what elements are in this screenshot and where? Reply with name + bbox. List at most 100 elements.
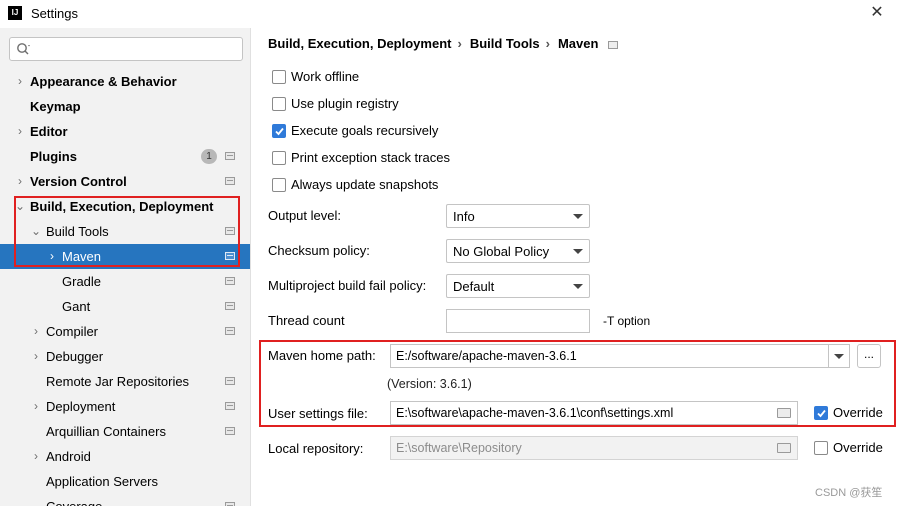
tree-item-coverage[interactable]: Coverage xyxy=(0,494,250,506)
chevron-right-icon[interactable]: › xyxy=(30,319,42,344)
tree-item-version-control[interactable]: › Version Control xyxy=(0,169,250,194)
tree-item-compiler[interactable]: › Compiler xyxy=(0,319,250,344)
checksum-policy-label: Checksum policy: xyxy=(268,243,370,258)
project-settings-icon xyxy=(225,152,235,160)
chevron-down-icon xyxy=(573,284,583,289)
output-level-select[interactable]: Info xyxy=(446,204,590,228)
tree-item-editor[interactable]: › Editor xyxy=(0,119,250,144)
title-bar: IJ Settings ✕ xyxy=(0,0,898,28)
close-icon[interactable]: ✕ xyxy=(866,3,888,25)
select-value: Info xyxy=(453,209,475,224)
breadcrumb-item[interactable]: Build Tools xyxy=(470,36,540,51)
tree-item-label: Editor xyxy=(30,124,68,139)
tree-item-keymap[interactable]: Keymap xyxy=(0,94,250,119)
folder-icon[interactable] xyxy=(777,443,791,453)
chevron-right-icon[interactable]: › xyxy=(30,344,42,369)
checkbox-label: Work offline xyxy=(291,69,360,84)
checkbox-box[interactable] xyxy=(814,406,828,420)
select-value: Default xyxy=(453,279,495,294)
checkbox-label: Use plugin registry xyxy=(291,96,399,111)
tree-item-label: Debugger xyxy=(46,349,104,364)
update-count-badge: 1 xyxy=(201,149,217,164)
project-settings-icon xyxy=(225,502,235,506)
checkbox-box[interactable] xyxy=(272,178,286,192)
maven-version-text: (Version: 3.6.1) xyxy=(387,377,472,391)
chevron-down-icon xyxy=(834,354,844,359)
project-settings-icon xyxy=(225,327,235,335)
user-settings-value: E:\software\apache-maven-3.6.1\conf\sett… xyxy=(396,406,674,420)
tree-item-android[interactable]: › Android xyxy=(0,444,250,469)
chevron-right-icon[interactable]: › xyxy=(14,169,26,194)
tree-item-label: Deployment xyxy=(46,399,116,414)
project-settings-icon xyxy=(225,302,235,310)
breadcrumb-item: Maven xyxy=(557,36,599,51)
output-level-label: Output level: xyxy=(268,208,341,223)
tree-item-gradle[interactable]: Gradle xyxy=(0,269,250,294)
checkmark-icon xyxy=(275,127,284,136)
project-settings-icon xyxy=(225,277,235,285)
checkbox-box[interactable] xyxy=(272,97,286,111)
checkbox-box[interactable] xyxy=(272,70,286,84)
breadcrumb: Build, Execution, Deployment › Build Tools… xyxy=(268,36,624,51)
tree-item-remote-jar-repositories[interactable]: Remote Jar Repositories xyxy=(0,369,250,394)
tree-item-gant[interactable]: Gant xyxy=(0,294,250,319)
tree-item-arquillian-containers[interactable]: Arquillian Containers xyxy=(0,419,250,444)
folder-icon[interactable] xyxy=(777,408,791,418)
checkbox-label: Override xyxy=(833,405,883,420)
user-settings-label: User settings file: xyxy=(268,406,368,421)
tree-item-deployment[interactable]: › Deployment xyxy=(0,394,250,419)
breadcrumb-separator: › xyxy=(545,36,550,51)
tree-item-label: Application Servers xyxy=(46,474,158,489)
user-settings-input[interactable]: E:\software\apache-maven-3.6.1\conf\sett… xyxy=(390,401,798,425)
project-settings-icon xyxy=(225,427,235,435)
tree-item-label: Gant xyxy=(62,299,91,314)
tree-item-label: Appearance & Behavior xyxy=(30,74,177,89)
checkbox-box[interactable] xyxy=(814,441,828,455)
maven-home-value: E:/software/apache-maven-3.6.1 xyxy=(396,349,577,363)
window-title: Settings xyxy=(31,6,78,21)
tree-item-appearance[interactable]: › Appearance & Behavior xyxy=(0,69,250,94)
local-repository-value: E:\software\Repository xyxy=(396,441,522,455)
chevron-right-icon[interactable]: › xyxy=(14,69,26,94)
chevron-right-icon[interactable]: › xyxy=(30,394,42,419)
chevron-down-icon xyxy=(573,214,583,219)
checkbox-box[interactable] xyxy=(272,151,286,165)
chevron-right-icon[interactable]: › xyxy=(14,119,26,144)
browse-button[interactable]: ... xyxy=(857,344,881,368)
tree-item-label: Compiler xyxy=(46,324,99,339)
tree-item-application-servers[interactable]: Application Servers xyxy=(0,469,250,494)
thread-count-input[interactable] xyxy=(446,309,590,333)
tree-item-label: Gradle xyxy=(62,274,102,289)
checkbox-label: Execute goals recursively xyxy=(291,123,439,138)
tree-item-plugins[interactable]: Plugins 1 xyxy=(0,144,250,169)
tree-item-label: Keymap xyxy=(30,99,81,114)
project-settings-icon xyxy=(225,177,235,185)
breadcrumb-item[interactable]: Build, Execution, Deployment xyxy=(268,36,451,51)
select-value: No Global Policy xyxy=(453,244,550,259)
maven-settings-panel: Build, Execution, Deployment › Build Tools… xyxy=(252,28,898,506)
chevron-down-icon xyxy=(573,249,583,254)
chevron-right-icon[interactable]: › xyxy=(30,444,42,469)
thread-count-hint: -T option xyxy=(603,314,651,328)
fail-policy-select[interactable]: Default xyxy=(446,274,590,298)
checkmark-icon xyxy=(817,409,826,418)
project-settings-icon xyxy=(608,40,619,49)
tree-item-label: Android xyxy=(46,449,91,464)
maven-home-label: Maven home path: xyxy=(268,348,376,363)
maven-home-combo[interactable]: E:/software/apache-maven-3.6.1 xyxy=(390,344,850,368)
local-repository-label: Local repository: xyxy=(268,441,364,456)
tree-item-debugger[interactable]: › Debugger xyxy=(0,344,250,369)
search-input[interactable] xyxy=(9,37,243,61)
local-repository-input[interactable]: E:\software\Repository xyxy=(390,436,798,460)
tree-item-label: Plugins xyxy=(30,149,77,164)
checkbox-label: Override xyxy=(833,440,883,455)
highlight-box xyxy=(14,196,240,267)
maven-home-dropdown-button[interactable] xyxy=(828,345,849,367)
checksum-policy-select[interactable]: No Global Policy xyxy=(446,239,590,263)
checkbox-box[interactable] xyxy=(272,124,286,138)
checkbox-label: Print exception stack traces xyxy=(291,150,450,165)
tree-item-label: Coverage xyxy=(46,494,102,506)
fail-policy-label: Multiproject build fail policy: xyxy=(268,278,427,293)
tree-item-label: Arquillian Containers xyxy=(46,424,166,439)
intellij-logo-icon: IJ xyxy=(8,6,22,20)
